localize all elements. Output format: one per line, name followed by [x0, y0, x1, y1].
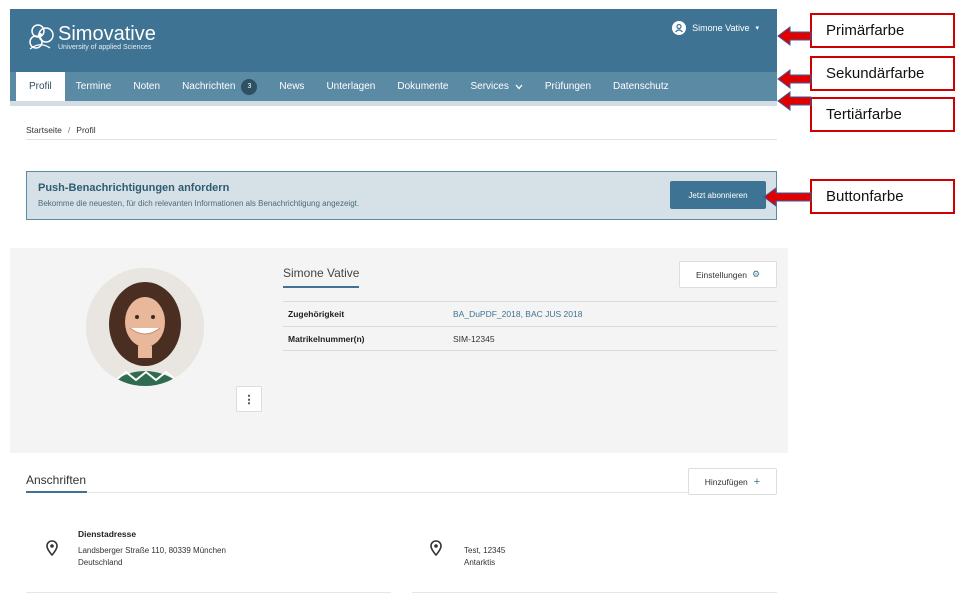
nav-item-dokumente[interactable]: Dokumente [386, 72, 459, 101]
address-lines: Landsberger Straße 110, 80339 München De… [78, 545, 226, 569]
address-line-2: Deutschland [78, 558, 123, 567]
user-name: Simone Vative [692, 23, 750, 33]
nav-item-pruefungen[interactable]: Prüfungen [534, 72, 602, 101]
nav-item-datenschutz[interactable]: Datenschutz [602, 72, 680, 101]
nav-label: Unterlagen [326, 81, 376, 92]
breadcrumb-separator: / [67, 125, 71, 135]
divider [26, 592, 391, 593]
caret-down-icon: ▾ [755, 25, 759, 32]
address-line-1: Landsberger Straße 110, 80339 München [78, 546, 226, 555]
callout-tertiary-color: Tertiärfarbe [810, 97, 955, 132]
nav-label: Nachrichten [182, 81, 236, 92]
push-description: Bekomme die neuesten, für dich relevante… [38, 199, 360, 208]
arrow-left-icon [763, 187, 812, 207]
push-title: Push-Benachrichtigungen anfordern [38, 182, 230, 194]
nav-item-services[interactable]: Services [460, 72, 534, 101]
info-value-matriculation: SIM-12345 [453, 333, 495, 344]
address-card: Dienstadresse Landsberger Straße 110, 80… [46, 524, 376, 584]
profile-avatar [86, 268, 204, 386]
table-row: Matrikelnummer(n) SIM-12345 [283, 326, 777, 351]
nav-item-nachrichten[interactable]: Nachrichten 3 [171, 72, 268, 101]
add-address-button[interactable]: Hinzufügen + [688, 468, 777, 495]
chevron-down-icon [515, 84, 523, 89]
settings-button[interactable]: Einstellungen ⚙ [679, 261, 777, 288]
subscribe-button[interactable]: Jetzt abonnieren [670, 181, 766, 209]
address-line-1: Test, 12345 [464, 546, 506, 555]
breadcrumb: Startseite / Profil [26, 125, 96, 135]
nav-item-profil[interactable]: Profil [16, 72, 65, 101]
nav-label: Datenschutz [613, 81, 669, 92]
profile-name: Simone Vative [283, 266, 360, 280]
addresses-underline [26, 491, 87, 493]
settings-label: Einstellungen [695, 269, 747, 280]
name-underline [283, 286, 359, 288]
address-line-2: Antarktis [464, 558, 496, 567]
info-key: Zugehörigkeit [288, 309, 345, 319]
nav-label: Noten [133, 81, 161, 92]
callout-label: Tertiärfarbe [826, 106, 902, 123]
breadcrumb-current: Profil [76, 125, 96, 135]
nav-item-unterlagen[interactable]: Unterlagen [315, 72, 386, 101]
addresses-title: Anschriften [26, 473, 87, 487]
nav-label: Prüfungen [544, 81, 592, 92]
nav-label: Services [470, 81, 509, 92]
location-pin-icon [46, 540, 58, 556]
nav-label: Profil [29, 81, 52, 92]
callout-button-color: Buttonfarbe [810, 179, 955, 214]
plus-icon: + [753, 475, 761, 488]
divider [26, 139, 777, 140]
address-lines: Test, 12345 Antarktis [464, 545, 505, 569]
gear-icon: ⚙ [751, 269, 761, 279]
header-bar: Simovative University of applied Science… [10, 9, 777, 72]
nav-label: Termine [75, 81, 112, 92]
arrow-left-icon [777, 91, 812, 111]
info-key: Matrikelnummer(n) [288, 333, 365, 344]
unread-badge: 3 [241, 78, 258, 95]
avatar-photo-icon [86, 268, 204, 386]
main-navigation: Profil Termine Noten Nachrichten 3 News U… [10, 72, 777, 101]
callout-label: Buttonfarbe [826, 188, 904, 205]
university-logo-icon[interactable] [26, 21, 62, 53]
profile-info-table: Zugehörigkeit BA_DuPDF_2018, BAC JUS 201… [283, 301, 777, 351]
profile-card: ⋮ Simone Vative Einstellungen ⚙ Zugehöri… [10, 248, 788, 453]
location-pin-icon [430, 540, 442, 556]
brand-name[interactable]: Simovative [58, 23, 156, 46]
nav-label: Dokumente [397, 81, 449, 92]
arrow-left-icon [777, 26, 812, 46]
app-window: Simovative University of applied Science… [10, 9, 788, 603]
address-card: Test, 12345 Antarktis [430, 524, 760, 584]
info-value-affiliation[interactable]: BA_DuPDF_2018, BAC JUS 2018 [453, 309, 582, 319]
add-label: Hinzufügen [704, 476, 748, 487]
divider [87, 492, 777, 493]
push-notification-banner: Push-Benachrichtigungen anfordern Bekomm… [26, 171, 777, 220]
nav-label: News [279, 81, 305, 92]
tertiary-band [10, 101, 777, 106]
address-label: Dienstadresse [78, 529, 137, 539]
callout-label: Primärfarbe [826, 22, 905, 39]
nav-item-noten[interactable]: Noten [122, 72, 171, 101]
more-options-button[interactable]: ⋮ [236, 386, 262, 412]
nav-item-termine[interactable]: Termine [65, 72, 123, 101]
arrow-left-icon [777, 69, 812, 89]
divider [412, 592, 777, 593]
table-row: Zugehörigkeit BA_DuPDF_2018, BAC JUS 201… [283, 301, 777, 326]
nav-item-news[interactable]: News [268, 72, 315, 101]
callout-secondary-color: Sekundärfarbe [810, 56, 955, 91]
more-vertical-icon: ⋮ [243, 393, 255, 406]
user-icon [672, 21, 687, 35]
callout-label: Sekundärfarbe [826, 65, 925, 82]
callout-primary-color: Primärfarbe [810, 13, 955, 48]
user-menu[interactable]: Simone Vative ▾ [672, 21, 759, 35]
breadcrumb-home[interactable]: Startseite [26, 125, 62, 135]
brand-tagline: University of applied Sciences [58, 44, 152, 51]
